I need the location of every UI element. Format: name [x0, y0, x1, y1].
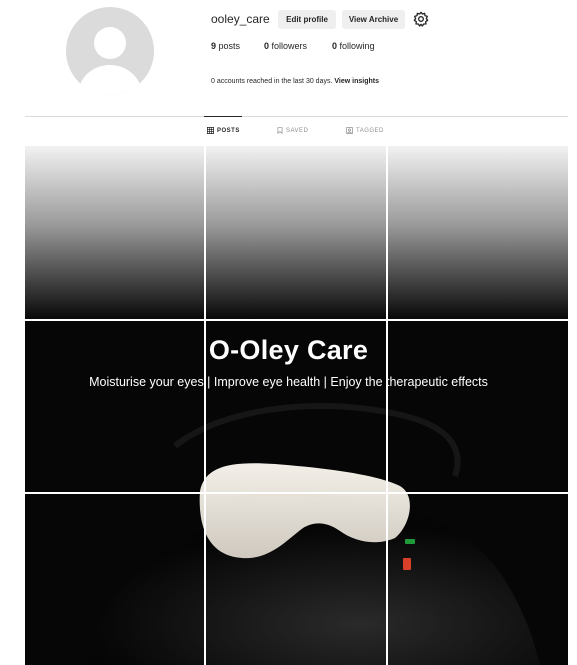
banner-title: O-Oley Care	[208, 335, 369, 365]
username: ooley_care	[211, 12, 270, 26]
followers-count[interactable]: 0 followers	[264, 41, 307, 51]
edit-profile-button[interactable]: Edit profile	[278, 10, 336, 29]
grid-line-vertical-1	[204, 146, 206, 665]
grid-icon	[207, 127, 214, 134]
following-count-value: 0	[332, 41, 338, 51]
tab-saved-label: SAVED	[286, 127, 309, 134]
followers-count-label: followers	[271, 41, 308, 51]
tab-tagged[interactable]: TAGGED	[346, 127, 384, 134]
post-grid	[25, 146, 568, 665]
avatar-body-silhouette	[78, 65, 142, 95]
following-count[interactable]: 0 following	[332, 41, 375, 51]
bookmark-icon	[277, 127, 283, 134]
banner-photo	[25, 146, 568, 665]
view-archive-button[interactable]: View Archive	[342, 10, 405, 29]
grid-line-vertical-2	[386, 146, 388, 665]
view-insights-link[interactable]: View insights	[334, 78, 379, 85]
tab-saved[interactable]: SAVED	[277, 127, 308, 134]
avatar[interactable]	[66, 7, 154, 95]
reach-text: 0 accounts reached in the last 30 days.	[211, 78, 333, 85]
active-tab-indicator	[204, 116, 242, 117]
following-count-label: following	[339, 41, 375, 51]
gear-icon[interactable]	[413, 11, 429, 27]
posts-count: 9 posts	[211, 41, 240, 51]
tab-posts-label: POSTS	[217, 127, 240, 134]
avatar-head-silhouette	[94, 27, 126, 59]
tab-tagged-label: TAGGED	[356, 127, 384, 134]
banner-subtitle: Moisturise your eyes | Improve eye healt…	[89, 375, 488, 389]
reach-summary: 0 accounts reached in the last 30 days. …	[211, 78, 379, 85]
tab-posts[interactable]: POSTS	[207, 127, 240, 134]
tag-icon	[346, 127, 353, 134]
divider	[25, 116, 568, 117]
posts-count-value: 9	[211, 41, 217, 51]
grid-line-horizontal-2	[25, 492, 568, 494]
posts-count-label: posts	[218, 41, 241, 51]
followers-count-value: 0	[264, 41, 270, 51]
grid-line-horizontal-1	[25, 319, 568, 321]
